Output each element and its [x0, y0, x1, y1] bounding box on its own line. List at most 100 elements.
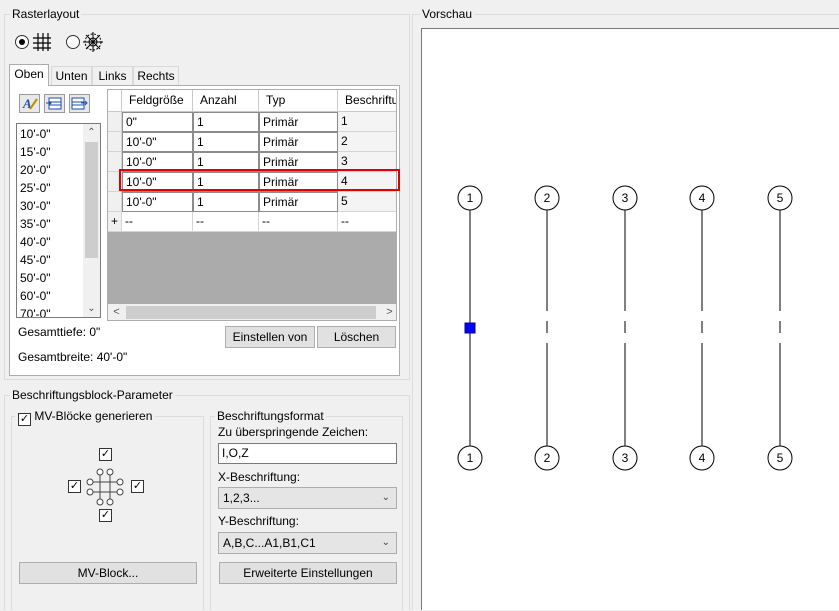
grid-bubble-bottom-label: 2 — [544, 451, 551, 465]
block-params-title: Beschriftungsblock-Parameter — [10, 388, 175, 402]
grid-bubble-bottom-label: 3 — [622, 451, 629, 465]
row-header-corner — [108, 90, 122, 111]
grid-bubble-bottom-label: 5 — [777, 451, 784, 465]
scroll-thumb[interactable] — [85, 142, 98, 258]
size-list-scrollbar[interactable]: ⌃ ⌄ — [83, 124, 100, 317]
raster-layout-title: Rasterlayout — [10, 7, 82, 21]
skip-chars-input[interactable]: I,O,Z — [218, 443, 397, 464]
scroll-right-arrow-icon[interactable]: > — [381, 304, 396, 320]
cell-label[interactable]: 2 — [338, 132, 396, 152]
delete-button[interactable]: Löschen — [317, 326, 396, 348]
scroll-up-arrow-icon[interactable]: ⌃ — [83, 124, 100, 141]
size-list-item[interactable]: 30'-0" — [17, 197, 83, 215]
preview-canvas[interactable]: 1 1 2 2 3 3 4 4 5 5 — [421, 28, 839, 610]
y-label: Y-Beschriftung: — [218, 514, 299, 528]
generate-checkbox-row[interactable]: ✓ MV-Blöcke generieren — [15, 409, 156, 426]
grid-bubble-bottom-label: 4 — [699, 451, 706, 465]
table-empty-area — [108, 232, 396, 304]
tab-links[interactable]: Links — [92, 66, 133, 85]
x-label: X-Beschriftung: — [218, 470, 301, 484]
size-list-item[interactable]: 10'-0" — [17, 125, 83, 143]
table-row[interactable]: 0" 1 Primär 1 — [108, 112, 396, 132]
h-scroll-thumb[interactable] — [126, 306, 376, 319]
cell-count[interactable]: 1 — [193, 112, 259, 132]
cell-type[interactable]: Primär — [259, 132, 338, 152]
row-selector[interactable] — [108, 192, 122, 212]
cell-count[interactable]: 1 — [193, 192, 259, 212]
grid-bubble-bottom-label: 1 — [467, 451, 474, 465]
cell-label[interactable]: -- — [338, 212, 396, 232]
layout-radio-rectangular[interactable] — [15, 35, 29, 49]
size-list-item[interactable]: 45'-0" — [17, 251, 83, 269]
tab-unten[interactable]: Unten — [51, 66, 92, 85]
size-list-item[interactable]: 20'-0" — [17, 161, 83, 179]
size-list-item[interactable]: 25'-0" — [17, 179, 83, 197]
scroll-down-arrow-icon[interactable]: ⌄ — [83, 300, 100, 317]
export-table-button[interactable] — [69, 94, 90, 113]
bubble-layout-icon — [86, 468, 124, 506]
bottom-bubble-checkbox[interactable]: ✓ — [99, 509, 112, 522]
row-selector[interactable] — [108, 132, 122, 152]
cell-size[interactable]: -- — [122, 212, 193, 232]
cell-label[interactable]: 5 — [338, 192, 396, 212]
mv-block-button[interactable]: MV-Block... — [19, 562, 197, 584]
row-selector[interactable] — [108, 112, 122, 132]
cell-size[interactable]: 0" — [122, 112, 193, 132]
grid-bubble-top-label: 2 — [544, 191, 551, 205]
column-header-label[interactable]: Beschriftun — [338, 90, 396, 111]
total-width: Gesamtbreite: 40'-0" — [18, 350, 128, 364]
table-new-row[interactable]: + -- -- -- -- — [108, 212, 396, 232]
size-list-item[interactable]: 35'-0" — [17, 215, 83, 233]
advanced-settings-button[interactable]: Erweiterte Einstellungen — [219, 562, 397, 584]
table-row[interactable]: 10'-0" 1 Primär 2 — [108, 132, 396, 152]
size-list-item[interactable]: 50'-0" — [17, 269, 83, 287]
column-header-type[interactable]: Typ — [259, 90, 338, 111]
grid-bubble-top-label: 5 — [777, 191, 784, 205]
grid-bubble-top-label: 3 — [622, 191, 629, 205]
set-from-button[interactable]: Einstellen von — [225, 326, 315, 348]
tab-rechts[interactable]: Rechts — [133, 66, 179, 85]
tab-oben[interactable]: Oben — [9, 64, 49, 86]
new-row-marker: + — [108, 212, 122, 232]
y-label-select[interactable]: A,B,C...A1,B1,C1 ⌄ — [218, 532, 397, 554]
chevron-down-icon: ⌄ — [381, 537, 390, 548]
chevron-down-icon: ⌄ — [381, 492, 390, 503]
column-header-count[interactable]: Anzahl — [193, 90, 259, 111]
scroll-left-arrow-icon[interactable]: < — [108, 304, 125, 320]
row-highlight-box — [119, 169, 400, 191]
layout-radio-radial[interactable] — [66, 35, 80, 49]
grid-line-5: 5 5 — [767, 185, 793, 471]
preview-grid: 1 1 2 2 3 3 4 4 5 5 — [457, 185, 793, 471]
cell-type[interactable]: Primär — [259, 192, 338, 212]
x-label-select[interactable]: 1,2,3... ⌄ — [218, 487, 397, 509]
cell-size[interactable]: 10'-0" — [122, 192, 193, 212]
cell-type[interactable]: Primär — [259, 112, 338, 132]
grid-line-3: 3 3 — [612, 185, 638, 471]
generate-checkbox[interactable]: ✓ — [18, 413, 31, 426]
preview-title: Vorschau — [420, 7, 475, 21]
grid-line-4: 4 4 — [689, 185, 715, 471]
size-list-item[interactable]: 40'-0" — [17, 233, 83, 251]
cell-count[interactable]: 1 — [193, 132, 259, 152]
size-list-item[interactable]: 70'-0" — [17, 305, 83, 317]
size-listbox[interactable]: 10'-0" 15'-0" 20'-0" 25'-0" 30'-0" 35'-0… — [16, 123, 101, 318]
right-bubble-checkbox[interactable]: ✓ — [131, 480, 144, 493]
grip-handle-icon[interactable] — [464, 322, 476, 334]
table-row[interactable]: 10'-0" 1 Primär 5 — [108, 192, 396, 212]
table-header: Feldgröße Anzahl Typ Beschriftun — [108, 90, 396, 112]
cell-label[interactable]: 1 — [338, 112, 396, 132]
cell-size[interactable]: 10'-0" — [122, 132, 193, 152]
column-header-size[interactable]: Feldgröße — [122, 90, 193, 111]
top-bubble-checkbox[interactable]: ✓ — [99, 448, 112, 461]
table-h-scrollbar[interactable]: < > — [108, 304, 396, 320]
import-table-button[interactable] — [44, 94, 65, 113]
field-table[interactable]: Feldgröße Anzahl Typ Beschriftun 0" 1 Pr… — [107, 89, 397, 321]
skip-chars-label: Zu überspringende Zeichen: — [218, 425, 369, 439]
grid-line-2: 2 2 — [534, 185, 560, 471]
cell-type[interactable]: -- — [259, 212, 338, 232]
cell-count[interactable]: -- — [193, 212, 259, 232]
size-list-item[interactable]: 15'-0" — [17, 143, 83, 161]
left-bubble-checkbox[interactable]: ✓ — [68, 480, 81, 493]
edit-icon-button[interactable]: A — [19, 94, 40, 113]
size-list-item[interactable]: 60'-0" — [17, 287, 83, 305]
